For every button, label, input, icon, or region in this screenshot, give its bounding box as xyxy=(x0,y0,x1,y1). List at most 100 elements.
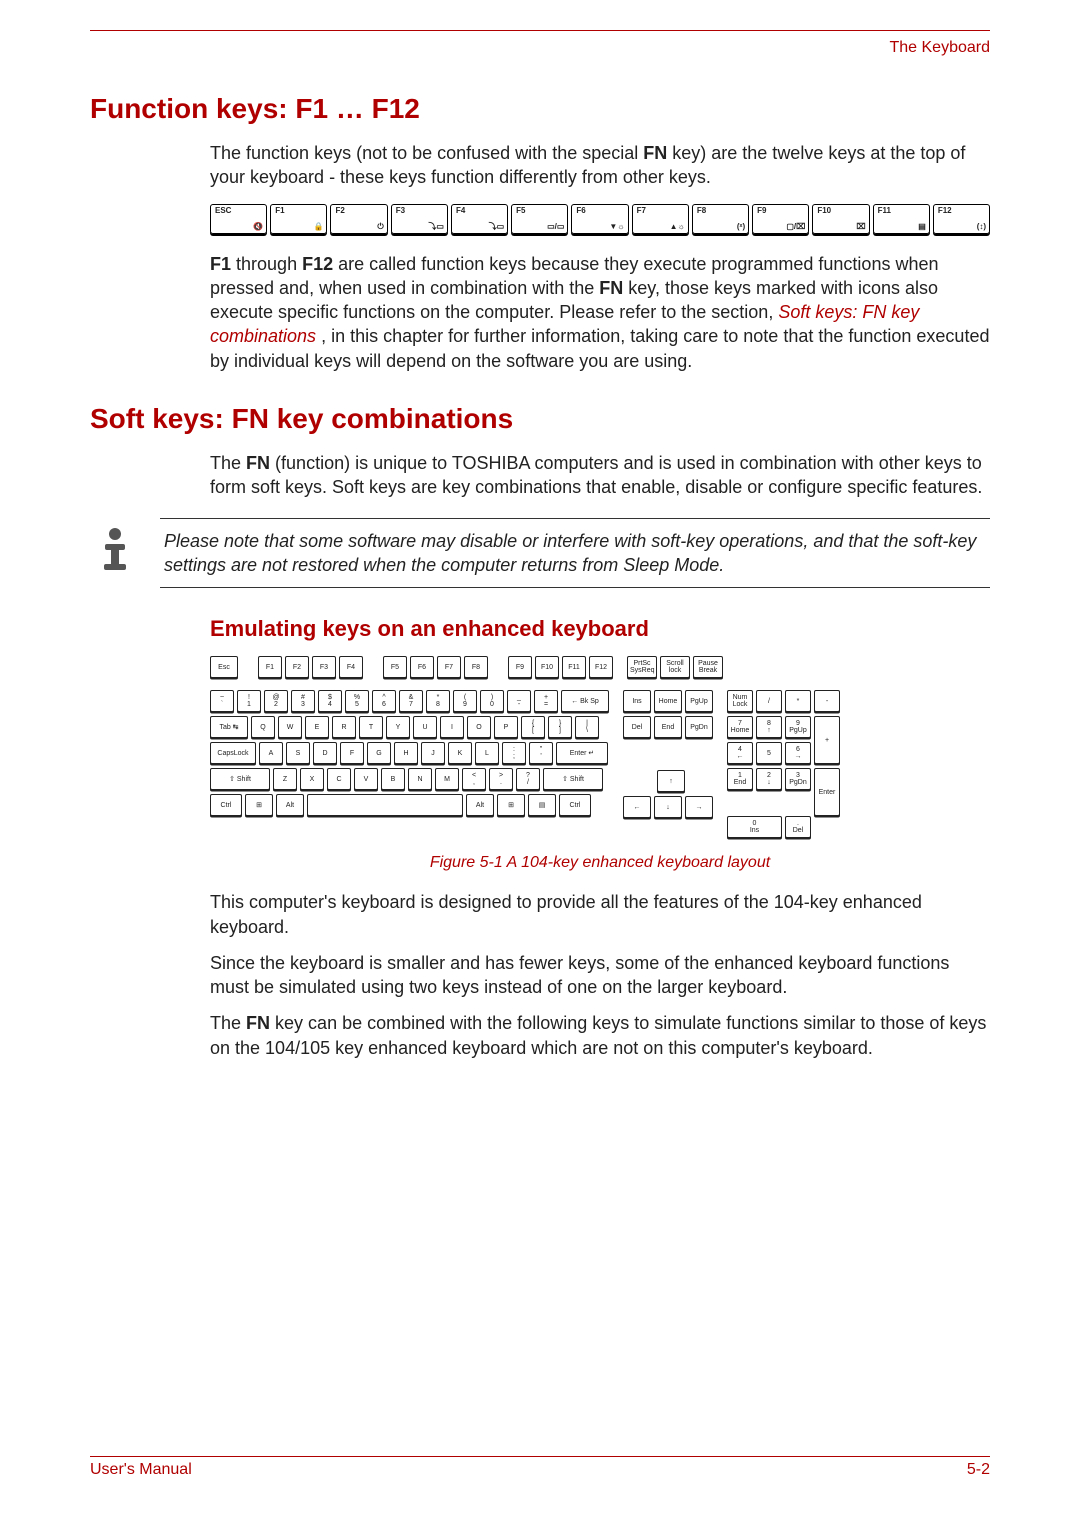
keycap: F2 xyxy=(285,656,309,678)
keycap: Alt xyxy=(466,794,494,816)
keycap-f9: F9▢/⌧ xyxy=(752,204,809,234)
keycap-f10: F10⌧ xyxy=(812,204,869,234)
keycap: F11 xyxy=(562,656,586,678)
heading-function-keys: Function keys: F1 … F12 xyxy=(90,93,990,125)
heading-emulating-keys: Emulating keys on an enhanced keyboard xyxy=(210,616,990,642)
keycap-f8: F8(ˣ) xyxy=(692,204,749,234)
keycap: K xyxy=(448,742,472,764)
text-bold-fn: FN xyxy=(599,278,623,298)
keycap: ↑ xyxy=(657,770,685,792)
keycap: CapsLock xyxy=(210,742,256,764)
keycap: Ctrl xyxy=(559,794,591,816)
keycap: Esc xyxy=(210,656,238,678)
keycap: ⇧ Shift xyxy=(210,768,270,790)
text-bold-f12: F12 xyxy=(302,254,333,274)
keycap: F5 xyxy=(383,656,407,678)
note-block: Please note that some software may disab… xyxy=(90,518,990,589)
text-bold-fn: FN xyxy=(246,453,270,473)
footer-page-number: 5-2 xyxy=(967,1461,990,1479)
keycap: Y xyxy=(386,716,410,738)
keycap: D xyxy=(313,742,337,764)
keycap: W xyxy=(278,716,302,738)
keycap: {[ xyxy=(521,716,545,738)
text: through xyxy=(236,254,302,274)
paragraph: The FN (function) is unique to TOSHIBA c… xyxy=(210,451,990,500)
keycap: M xyxy=(435,768,459,790)
keycap: :; xyxy=(502,742,526,764)
figure-fkey-row: ESC🔇F1🔒F2⏻F3⤵▭F4⤵▭F5▭/▭F6▼☼F7▲☼F8(ˣ)F9▢/… xyxy=(210,204,990,234)
keycap: Home xyxy=(654,690,682,712)
keycap: 1End xyxy=(727,768,753,790)
keycap: F7 xyxy=(437,656,461,678)
keycap: Del xyxy=(623,716,651,738)
text: (function) is unique to TOSHIBA computer… xyxy=(210,453,982,497)
keycap: PgUp xyxy=(685,690,713,712)
keycap-f7: F7▲☼ xyxy=(632,204,689,234)
text: key can be combined with the following k… xyxy=(210,1013,986,1057)
info-icon xyxy=(90,518,160,574)
keycap: 5 xyxy=(756,742,782,764)
figure-caption: Figure 5-1 A 104-key enhanced keyboard l… xyxy=(210,854,990,872)
keycap: 9PgUp xyxy=(785,716,811,738)
keycap: → xyxy=(685,796,713,818)
keycap: F xyxy=(340,742,364,764)
keycap: A xyxy=(259,742,283,764)
keycap-f11: F11▤ xyxy=(873,204,930,234)
keycap: ^6 xyxy=(372,690,396,712)
keycap: ▤ xyxy=(528,794,556,816)
keycap: Enter xyxy=(814,768,840,816)
keycap: F12 xyxy=(589,656,613,678)
keycap: Ins xyxy=(623,690,651,712)
keycap-f4: F4⤵▭ xyxy=(451,204,508,234)
keycap: U xyxy=(413,716,437,738)
keycap: Q xyxy=(251,716,275,738)
keycap: E xyxy=(305,716,329,738)
keycap: 2↓ xyxy=(756,768,782,790)
text: The xyxy=(210,453,246,473)
text: The function keys (not to be confused wi… xyxy=(210,143,643,163)
keycap: (9 xyxy=(453,690,477,712)
keycap: Tab ↹ xyxy=(210,716,248,738)
keycap: B xyxy=(381,768,405,790)
keycap: F1 xyxy=(258,656,282,678)
text-bold-fn: FN xyxy=(643,143,667,163)
keycap: %5 xyxy=(345,690,369,712)
paragraph: The FN key can be combined with the foll… xyxy=(210,1011,990,1060)
keycap: F9 xyxy=(508,656,532,678)
keycap: ← xyxy=(623,796,651,818)
figure-104-key-keyboard: EscF1F2F3F4F5F6F7F8F9F10F11F12PrtScSysRe… xyxy=(210,656,990,842)
keycap: O xyxy=(467,716,491,738)
keycap: I xyxy=(440,716,464,738)
keycap: #3 xyxy=(291,690,315,712)
keycap: )0 xyxy=(480,690,504,712)
keycap: <, xyxy=(462,768,486,790)
keycap: ⇧ Shift xyxy=(543,768,603,790)
keycap-f6: F6▼☼ xyxy=(571,204,628,234)
keycap: @2 xyxy=(264,690,288,712)
keycap: ?/ xyxy=(516,768,540,790)
keycap: * xyxy=(785,690,811,712)
keycap: F3 xyxy=(312,656,336,678)
paragraph: F1 through F12 are called function keys … xyxy=(210,252,990,373)
keycap: _- xyxy=(507,690,531,712)
keycap-f12: F12(↕) xyxy=(933,204,990,234)
heading-soft-keys: Soft keys: FN key combinations xyxy=(90,403,990,435)
keycap: $4 xyxy=(318,690,342,712)
keycap: / xyxy=(756,690,782,712)
text-bold-f1: F1 xyxy=(210,254,231,274)
keycap: 8↑ xyxy=(756,716,782,738)
keycap: ⊞ xyxy=(497,794,525,816)
keycap: T xyxy=(359,716,383,738)
keycap: 6→ xyxy=(785,742,811,764)
keycap: 0Ins xyxy=(727,816,782,838)
keycap: PgDn xyxy=(685,716,713,738)
keycap: F8 xyxy=(464,656,488,678)
keycap: S xyxy=(286,742,310,764)
keycap-f2: F2⏻ xyxy=(330,204,387,234)
keycap: }] xyxy=(548,716,572,738)
keycap: 3PgDn xyxy=(785,768,811,790)
keycap: "' xyxy=(529,742,553,764)
keycap: ⊞ xyxy=(245,794,273,816)
keycap: + xyxy=(814,716,840,764)
keycap: C xyxy=(327,768,351,790)
